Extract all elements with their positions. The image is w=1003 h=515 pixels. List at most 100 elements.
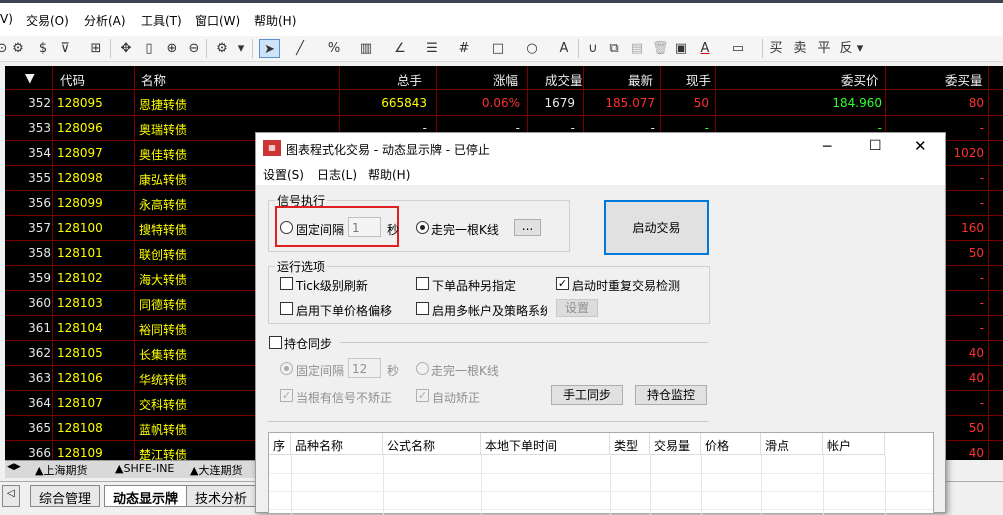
dialog-menu-help[interactable]: 帮助(H) — [368, 166, 410, 183]
hash-tool-icon[interactable]: # — [456, 39, 472, 58]
cell-idx: 363 — [28, 371, 51, 385]
tick-refresh-checkbox[interactable] — [280, 277, 293, 290]
multi-account-checkbox[interactable] — [416, 302, 429, 315]
menu-analysis[interactable]: 分析(A) — [84, 12, 126, 29]
exchange-tab-dce[interactable]: ▲大连期货 — [190, 462, 242, 478]
start-trading-button[interactable]: 启动交易 — [604, 200, 709, 255]
manual-sync-button[interactable]: 手工同步 — [551, 385, 623, 405]
copy-icon[interactable]: ⧉ — [606, 39, 622, 58]
header-bid-volume[interactable]: 委买量 — [945, 70, 983, 89]
more-button[interactable]: ... — [514, 219, 541, 236]
price-offset-checkbox[interactable] — [280, 302, 293, 315]
buy-button[interactable]: 买 — [768, 39, 784, 58]
zoom-icon[interactable]: ⊙ — [0, 39, 8, 58]
header-bid[interactable]: 委买价 — [841, 70, 879, 89]
line-tool-icon[interactable]: ╱ — [292, 39, 308, 58]
menu-help[interactable]: 帮助(H) — [254, 12, 296, 29]
sync-per-kline-radio[interactable] — [416, 362, 429, 375]
cell-name: 同德转债 — [139, 298, 188, 312]
sync-fixed-interval-radio[interactable] — [280, 362, 293, 375]
lock-icon[interactable]: ▣ — [674, 39, 688, 58]
zoom-out-icon[interactable]: ⊖ — [186, 39, 202, 58]
scroll-left-icon[interactable]: ◀▶ — [7, 462, 21, 472]
chart-icon[interactable]: ⊞ — [88, 39, 104, 58]
col-local-time: 本地下单时间 — [481, 433, 610, 455]
sync-no-correct-checkbox[interactable]: ✓ — [280, 389, 293, 402]
header-code[interactable]: 代码 — [60, 70, 85, 89]
sync-interval-input[interactable]: 12 — [348, 358, 381, 378]
sync-no-correct-label: 当根有信号不矫正 — [296, 391, 393, 405]
delete-icon[interactable]: ▤ — [630, 39, 644, 58]
save-icon[interactable]: ▭ — [730, 39, 746, 58]
list-tool-icon[interactable]: ☰ — [424, 39, 440, 58]
position-monitor-button[interactable]: 持仓监控 — [635, 385, 707, 405]
angle-tool-icon[interactable]: ∠ — [392, 39, 408, 58]
move-icon[interactable]: ✥ — [118, 39, 134, 58]
settings-button[interactable]: 设置 — [556, 299, 598, 317]
tab-technical-analysis[interactable]: 技术分析 — [186, 485, 257, 507]
minimize-icon[interactable]: ─ — [823, 139, 831, 155]
percent-tool-icon[interactable]: % — [326, 39, 342, 58]
tick-refresh-label: Tick级别刷新 — [296, 279, 368, 293]
exchange-tab-ine[interactable]: ▲SHFE-INE — [115, 462, 174, 475]
cursor-icon[interactable]: ➤ — [259, 39, 280, 58]
filter-icon[interactable]: ⊽ — [58, 39, 72, 58]
ruler-icon[interactable]: ▯ — [142, 39, 156, 58]
order-variety-checkbox[interactable] — [416, 277, 429, 290]
trash-icon[interactable]: 🗑 — [652, 39, 669, 58]
gear-icon[interactable]: ⚙ — [214, 39, 230, 58]
fixed-interval-radio[interactable] — [280, 221, 293, 234]
header-current[interactable]: 现手 — [686, 70, 711, 89]
run-options-label: 运行选项 — [275, 258, 328, 275]
position-sync-checkbox[interactable] — [269, 336, 282, 349]
menu-view[interactable]: V) — [0, 12, 13, 26]
header-total[interactable]: 总手 — [397, 70, 422, 89]
tab-dynamic-board[interactable]: 动态显示牌 — [104, 485, 188, 507]
per-kline-radio[interactable] — [416, 221, 429, 234]
sync-auto-correct-checkbox[interactable]: ✓ — [416, 389, 429, 402]
dropdown-icon[interactable]: ▾ — [236, 39, 246, 58]
reverse-button[interactable]: 反 — [838, 39, 854, 58]
cell-code: 128102 — [57, 271, 103, 285]
repeat-check-checkbox[interactable]: ✓ — [556, 277, 569, 290]
magnet-icon[interactable]: ∪ — [586, 39, 600, 58]
header-change[interactable]: 涨幅 — [493, 70, 518, 89]
menu-tools[interactable]: 工具(T) — [141, 12, 182, 29]
dialog-menu-log[interactable]: 日志(L) — [317, 166, 357, 183]
cell-idx: 352 — [28, 96, 51, 110]
maximize-icon[interactable]: ☐ — [869, 138, 882, 154]
tab-overview[interactable]: 综合管理 — [30, 485, 101, 507]
price-offset-label: 启用下单价格偏移 — [296, 304, 393, 318]
tab-scroll-left-icon[interactable]: ◁ — [2, 485, 20, 507]
dropdown-icon[interactable]: ▾ — [856, 39, 864, 58]
sort-icon[interactable]: ▼ — [25, 70, 35, 85]
header-volume[interactable]: 成交量 — [545, 70, 583, 89]
menu-trade[interactable]: 交易(O) — [26, 12, 69, 29]
cell-bid: 184.960 — [832, 96, 882, 110]
order-variety-label: 下单品种另指定 — [432, 279, 517, 293]
interval-input[interactable]: 1 — [348, 217, 381, 237]
dialog-menu-settings[interactable]: 设置(S) — [263, 166, 304, 183]
cell-name: 交科转债 — [139, 398, 188, 412]
header-last[interactable]: 最新 — [628, 70, 653, 89]
close-position-button[interactable]: 平 — [816, 39, 832, 58]
menu-window[interactable]: 窗口(W) — [195, 12, 240, 29]
font-color-icon[interactable]: A — [698, 39, 712, 58]
settings-icon[interactable]: ⚙ — [12, 39, 24, 58]
zoom-in-icon[interactable]: ⊕ — [164, 39, 180, 58]
rect-tool-icon[interactable]: □ — [490, 39, 506, 58]
cell-name: 恩捷转债 — [139, 98, 188, 112]
header-name[interactable]: 名称 — [141, 70, 166, 89]
grid-tool-icon[interactable]: ▥ — [358, 39, 374, 58]
table-row[interactable]: 352 128095 恩捷转债 665843 0.06% 1679 185.077 50 184… — [5, 91, 1003, 116]
cell-name: 裕同转债 — [139, 323, 188, 337]
sell-button[interactable]: 卖 — [792, 39, 808, 58]
close-icon[interactable]: ✕ — [914, 137, 927, 155]
circle-tool-icon[interactable]: ○ — [524, 39, 540, 58]
text-tool-icon[interactable]: A — [556, 39, 572, 58]
cell-idx: 357 — [28, 221, 51, 235]
cell-idx: 356 — [28, 196, 51, 210]
dollar-icon[interactable]: $ — [36, 39, 50, 58]
cell-code: 128105 — [57, 346, 103, 360]
exchange-tab-shfe[interactable]: ▲上海期货 — [35, 462, 87, 478]
